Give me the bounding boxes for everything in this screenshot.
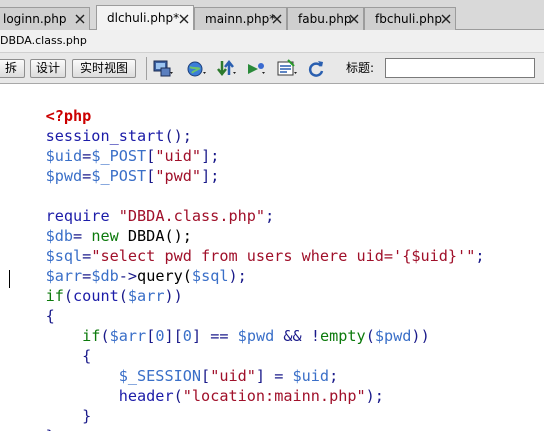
- code-token: 0: [155, 327, 165, 345]
- code-line-16: }: [9, 386, 91, 425]
- code-token: ];: [201, 167, 220, 185]
- tab-dlchuli[interactable]: dlchuli.php*: [96, 5, 194, 31]
- code-token: [: [146, 167, 156, 185]
- code-token: ;: [475, 247, 485, 265]
- code-token: $pwd: [237, 327, 275, 345]
- code-token: $arr: [127, 287, 165, 305]
- code-editor[interactable]: <?php session_start(); $uid=$_POST["uid"…: [0, 84, 544, 431]
- code-token: (: [100, 327, 110, 345]
- code-line-14: $_SESSION["uid"] = $uid;: [9, 346, 338, 385]
- tab-label: fabu.php: [298, 12, 352, 26]
- live-view-label: 实时视图: [79, 61, 128, 75]
- tab-loginn[interactable]: loginn.php: [0, 7, 90, 30]
- tab-label: dlchuli.php*: [107, 11, 180, 25]
- close-icon[interactable]: [349, 14, 359, 24]
- code-token: }: [46, 427, 55, 431]
- related-files-bar: DBDA.class.php: [0, 30, 544, 52]
- code-line-13: {: [9, 326, 91, 365]
- title-input[interactable]: [385, 58, 535, 78]
- tab-label: mainn.php*: [205, 12, 276, 26]
- code-token: $pwd: [374, 327, 412, 345]
- related-file-link[interactable]: DBDA.class.php: [0, 30, 87, 52]
- browser-preview-icon[interactable]: [186, 58, 208, 80]
- multiscreen-icon[interactable]: [152, 58, 174, 80]
- code-line-4: $pwd=$_POST["pwd"];: [9, 146, 220, 185]
- code-line-11: {: [9, 286, 55, 325]
- code-token: (: [365, 327, 375, 345]
- tab-label: fbchuli.php: [375, 12, 442, 26]
- toolbar-separator: [146, 57, 147, 80]
- refresh-icon[interactable]: [305, 58, 327, 80]
- live-view-button[interactable]: 实时视图: [72, 59, 136, 78]
- code-line-15: header("location:mainn.php");: [9, 366, 384, 405]
- tab-label: loginn.php: [3, 12, 67, 26]
- code-token: $sql: [191, 267, 229, 285]
- code-line-17: }: [9, 406, 55, 431]
- code-token: 0: [182, 327, 192, 345]
- file-transfer-icon[interactable]: [216, 58, 238, 80]
- close-icon[interactable]: [179, 14, 189, 24]
- visual-aids-icon[interactable]: [276, 58, 298, 80]
- design-label: 设计: [35, 61, 60, 75]
- code-token: && !: [274, 327, 320, 345]
- tab-fabu[interactable]: fabu.php: [287, 7, 364, 30]
- code-token: ] ==: [191, 327, 238, 345]
- code-line-2: session_start();: [9, 106, 192, 145]
- code-token: $pwd: [45, 167, 83, 185]
- code-token: $_POST: [91, 167, 147, 185]
- code-token: )): [411, 327, 430, 345]
- code-token: )): [164, 287, 183, 305]
- code-token: "pwd": [155, 167, 202, 185]
- code-line-1: <?php: [9, 86, 92, 125]
- code-token: empty: [319, 327, 366, 345]
- code-token: header: [118, 387, 174, 405]
- document-toolbar: 拆分 设计 实时视图 标题:: [0, 52, 544, 84]
- code-line-6: require "DBDA.class.php";: [9, 186, 275, 225]
- split-view-button[interactable]: 拆分: [0, 59, 25, 78]
- code-token: ][: [164, 327, 183, 345]
- code-token: (: [118, 287, 128, 305]
- split-label: 拆分: [4, 61, 17, 75]
- code-line-10: if(count($arr)): [9, 266, 183, 305]
- tab-mainn[interactable]: mainn.php*: [194, 7, 287, 30]
- code-token: );: [365, 387, 384, 405]
- code-token: =: [82, 167, 92, 185]
- code-token: $arr: [109, 327, 147, 345]
- code-line-3: $uid=$_POST["uid"];: [9, 126, 220, 165]
- code-line-12: if($arr[0][0] == $pwd && !empty($pwd)): [9, 306, 430, 345]
- code-token: (: [63, 287, 74, 305]
- validate-icon[interactable]: [246, 58, 268, 80]
- code-token: [: [146, 327, 156, 345]
- code-token: ;: [265, 207, 275, 225]
- design-view-button[interactable]: 设计: [30, 59, 66, 78]
- close-icon[interactable]: [75, 14, 85, 24]
- title-label: 标题:: [346, 61, 375, 75]
- close-icon[interactable]: [272, 14, 282, 24]
- code-token: }: [82, 407, 92, 425]
- tab-fbchuli[interactable]: fbchuli.php: [364, 7, 456, 30]
- code-token: );: [228, 267, 247, 285]
- code-line-7: $db= new DBDA();: [9, 206, 192, 245]
- code-token: (: [173, 387, 183, 405]
- code-token: count: [73, 287, 119, 305]
- code-line-8: $sql="select pwd from users where uid='{…: [9, 226, 485, 265]
- document-tab-bar: loginn.php dlchuli.php* mainn.php* fabu.…: [0, 0, 544, 31]
- code-line-9: $arr=$db->query($sql);: [9, 246, 247, 285]
- code-token: "location:mainn.php": [182, 387, 366, 405]
- close-icon[interactable]: [441, 14, 451, 24]
